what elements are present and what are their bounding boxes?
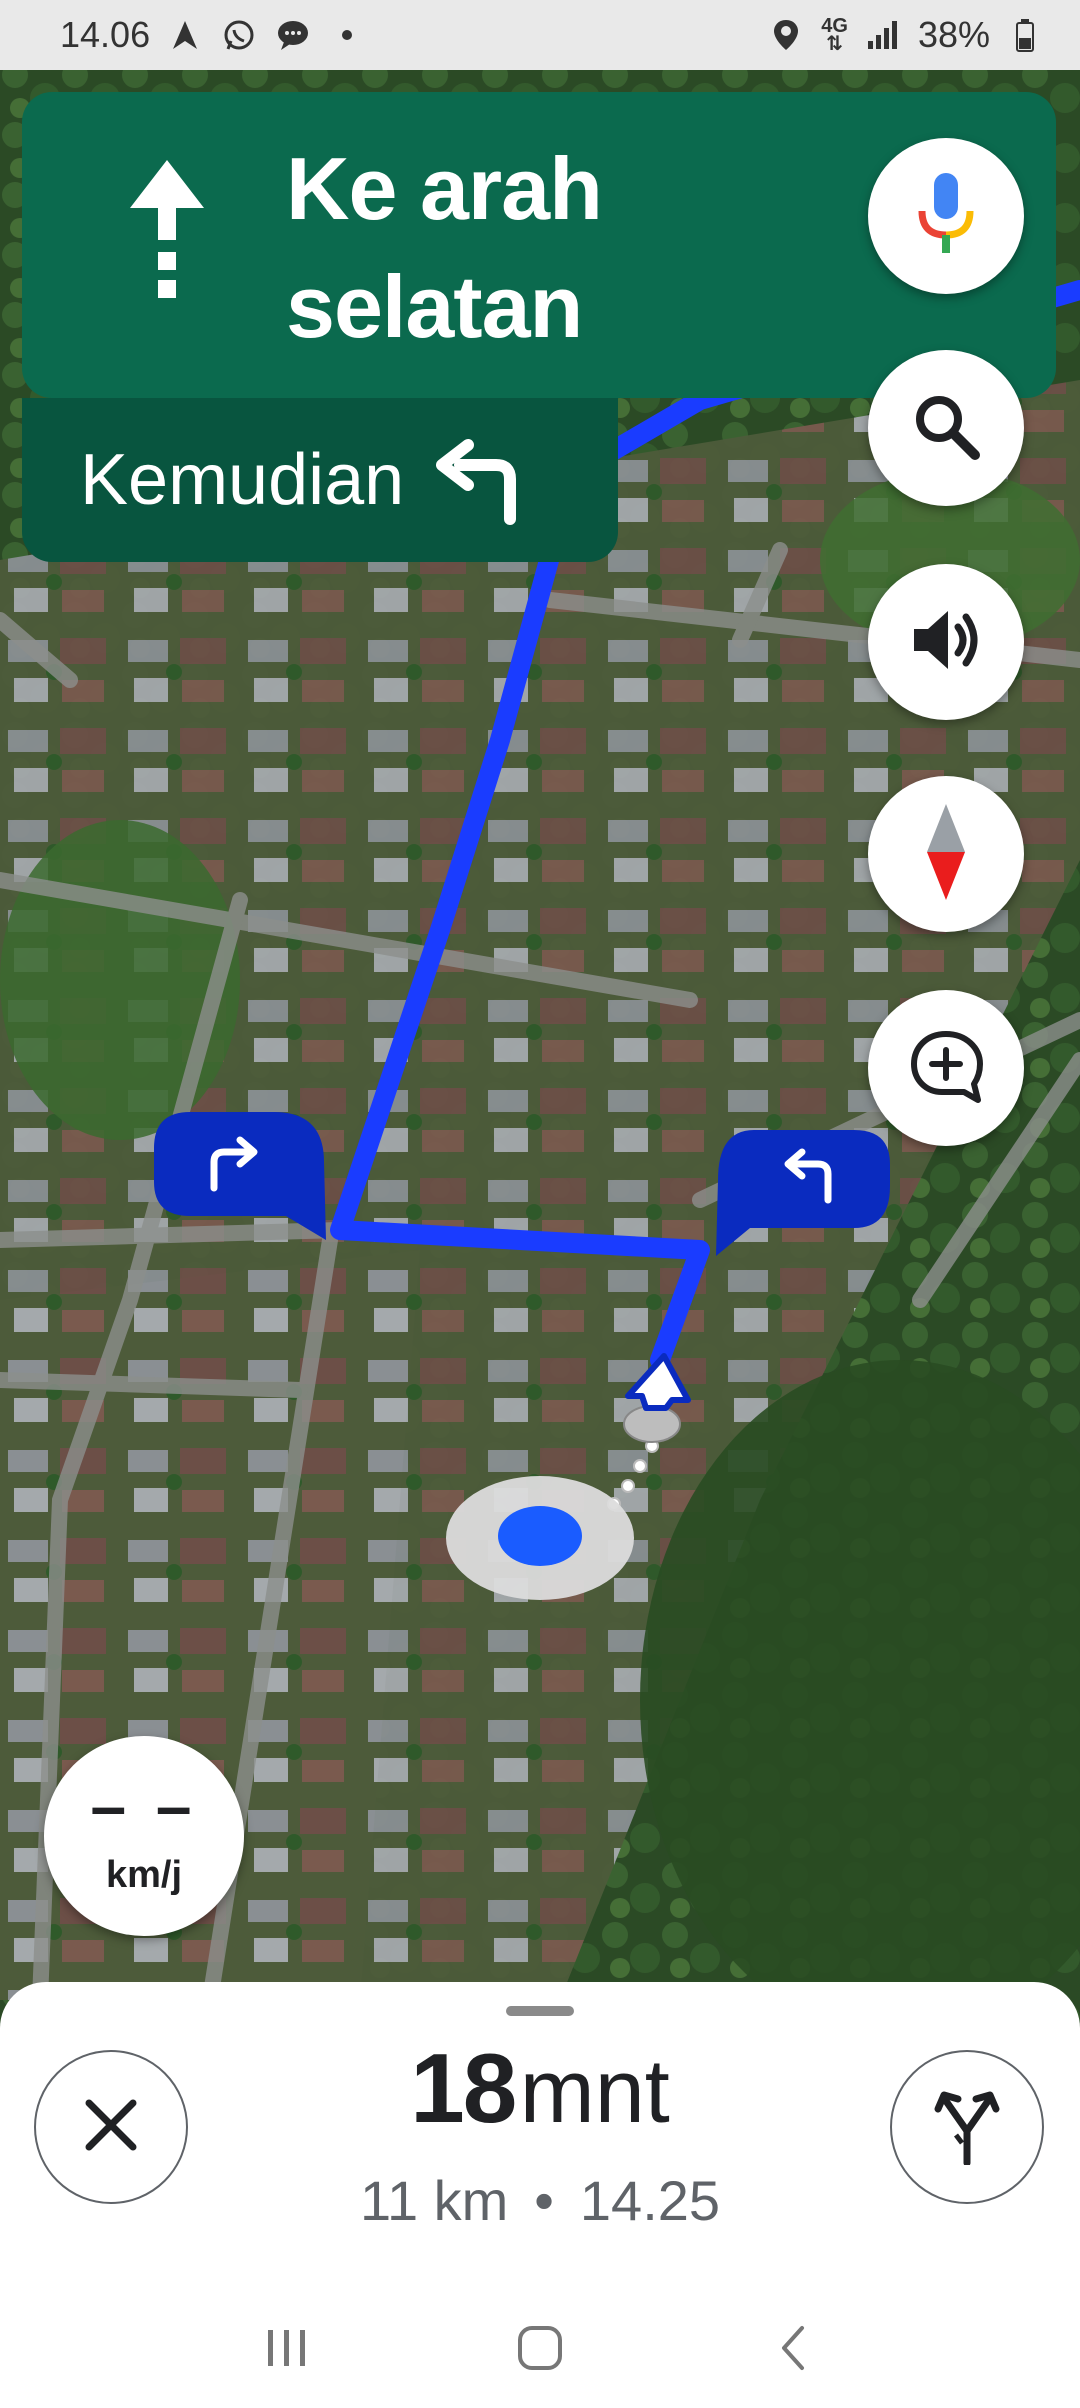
data-arrows-icon: 4G ⇅ [821,16,848,54]
home-icon [516,2324,564,2377]
back-icon [778,2324,808,2377]
recents-icon [264,2328,310,2373]
voice-button[interactable] [868,138,1024,294]
speedometer: – – km/j [44,1736,244,1936]
signal-icon [864,16,902,54]
compass-button[interactable] [868,776,1024,932]
eta-minutes: 18 [410,2033,517,2143]
speed-unit: km/j [105,1853,183,1896]
then-card[interactable]: Kemudian [22,398,618,562]
system-nav-bar [0,2292,1080,2408]
alternate-routes-button[interactable] [890,2050,1044,2204]
instruction-line-2: selatan [286,257,583,356]
sheet-handle[interactable] [506,2006,574,2016]
sound-button[interactable] [868,564,1024,720]
add-report-button[interactable] [868,990,1024,1146]
straight-arrow-icon [122,152,212,322]
turn-left-bubble[interactable] [704,1130,890,1265]
fork-route-icon [932,2085,1002,2170]
instruction-line-1: Ke arah [286,139,603,238]
trip-sheet[interactable]: 18 mnt 11 km • 14.25 [0,1982,1080,2408]
battery-icon [1006,16,1044,54]
whatsapp-icon [220,16,258,54]
home-button[interactable] [500,2310,580,2390]
status-time: 14.06 [60,14,151,55]
search-icon [911,391,981,466]
navigation-icon [166,16,204,54]
turn-right-bubble[interactable] [154,1112,334,1247]
eta-unit: mnt [519,2042,670,2142]
add-report-icon [908,1028,984,1109]
back-button[interactable] [753,2310,833,2390]
chat-icon [274,16,312,54]
status-bar: 14.06 4G ⇅ 38% [0,0,1080,70]
recents-button[interactable] [247,2310,327,2390]
trip-arrival: 14.25 [579,2169,721,2232]
trip-distance: 11 km [359,2169,509,2232]
direction-instruction: Ke arah selatan [286,130,603,366]
location-icon [767,16,805,54]
compass-icon [921,800,971,909]
dot-icon [328,16,366,54]
search-button[interactable] [868,350,1024,506]
speed-value: – – [90,1769,198,1842]
speaker-icon [910,607,982,678]
battery-percent: 38% [917,14,990,55]
turn-left-icon [432,435,522,525]
trip-separator: • [534,2169,554,2232]
then-label: Kemudian [80,440,405,520]
mic-icon [916,169,976,264]
data-arrows-glyph: ⇅ [826,33,843,55]
